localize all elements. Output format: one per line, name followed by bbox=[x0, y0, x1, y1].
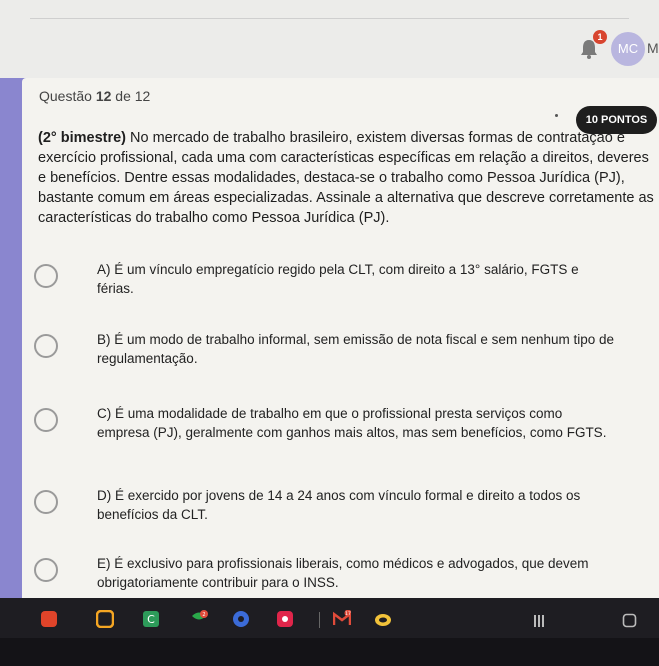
yellow-app-icon[interactable] bbox=[374, 610, 392, 628]
classroom-app-icon[interactable]: C bbox=[142, 610, 160, 628]
question-counter: Questão 12 de 12 bbox=[39, 88, 150, 104]
radio-option-d[interactable] bbox=[34, 490, 58, 514]
radio-option-e[interactable] bbox=[34, 558, 58, 582]
taskbar-shade bbox=[0, 638, 659, 666]
top-header-bar: 1 MC M bbox=[0, 0, 659, 78]
question-text: No mercado de trabalho brasileiro, exist… bbox=[38, 130, 654, 226]
option-d-text: D) É exercido por jovens de 14 a 24 anos… bbox=[97, 488, 581, 522]
drive-app-icon[interactable] bbox=[232, 610, 250, 628]
gmail-badge: 17 bbox=[345, 611, 351, 617]
photos-app-icon[interactable] bbox=[276, 610, 294, 628]
svg-text:C: C bbox=[147, 613, 155, 626]
red-app-icon[interactable] bbox=[40, 610, 58, 628]
question-tag: (2° bimestre) bbox=[38, 130, 126, 146]
avatar[interactable]: MC bbox=[611, 32, 645, 66]
question-statement: (2° bimestre) No mercado de trabalho bra… bbox=[38, 128, 658, 228]
chat-badge: 2 bbox=[202, 612, 205, 618]
question-card: Questão 12 de 12 10 PONTOS (2° bimestre)… bbox=[22, 78, 659, 598]
question-label: Questão bbox=[39, 88, 92, 104]
question-number: 12 bbox=[95, 88, 112, 104]
notification-badge: 1 bbox=[593, 30, 607, 44]
option-a-text: A) É um vínculo empregatício regido pela… bbox=[97, 262, 579, 296]
option-e-text: E) É exclusivo para profissionais libera… bbox=[97, 556, 589, 590]
recent-apps-icon[interactable] bbox=[533, 614, 545, 628]
decorative-dot bbox=[555, 114, 558, 117]
radio-option-c[interactable] bbox=[34, 408, 58, 432]
chat-app-icon[interactable]: 2 bbox=[190, 610, 208, 628]
gmail-app-icon[interactable]: 17 bbox=[333, 610, 351, 628]
taskbar: C 2 17 bbox=[0, 598, 659, 666]
header-divider bbox=[30, 18, 629, 19]
radio-option-b[interactable] bbox=[34, 334, 58, 358]
question-total: de 12 bbox=[115, 88, 151, 104]
taskbar-separator bbox=[319, 612, 320, 628]
username-partial: M bbox=[647, 40, 659, 56]
radio-option-a[interactable] bbox=[34, 264, 58, 288]
orange-app-icon[interactable] bbox=[96, 610, 114, 628]
option-c-text: C) É uma modalidade de trabalho em que o… bbox=[97, 406, 607, 440]
home-icon[interactable] bbox=[622, 613, 637, 628]
option-b-text: B) É um modo de trabalho informal, sem e… bbox=[97, 332, 615, 366]
